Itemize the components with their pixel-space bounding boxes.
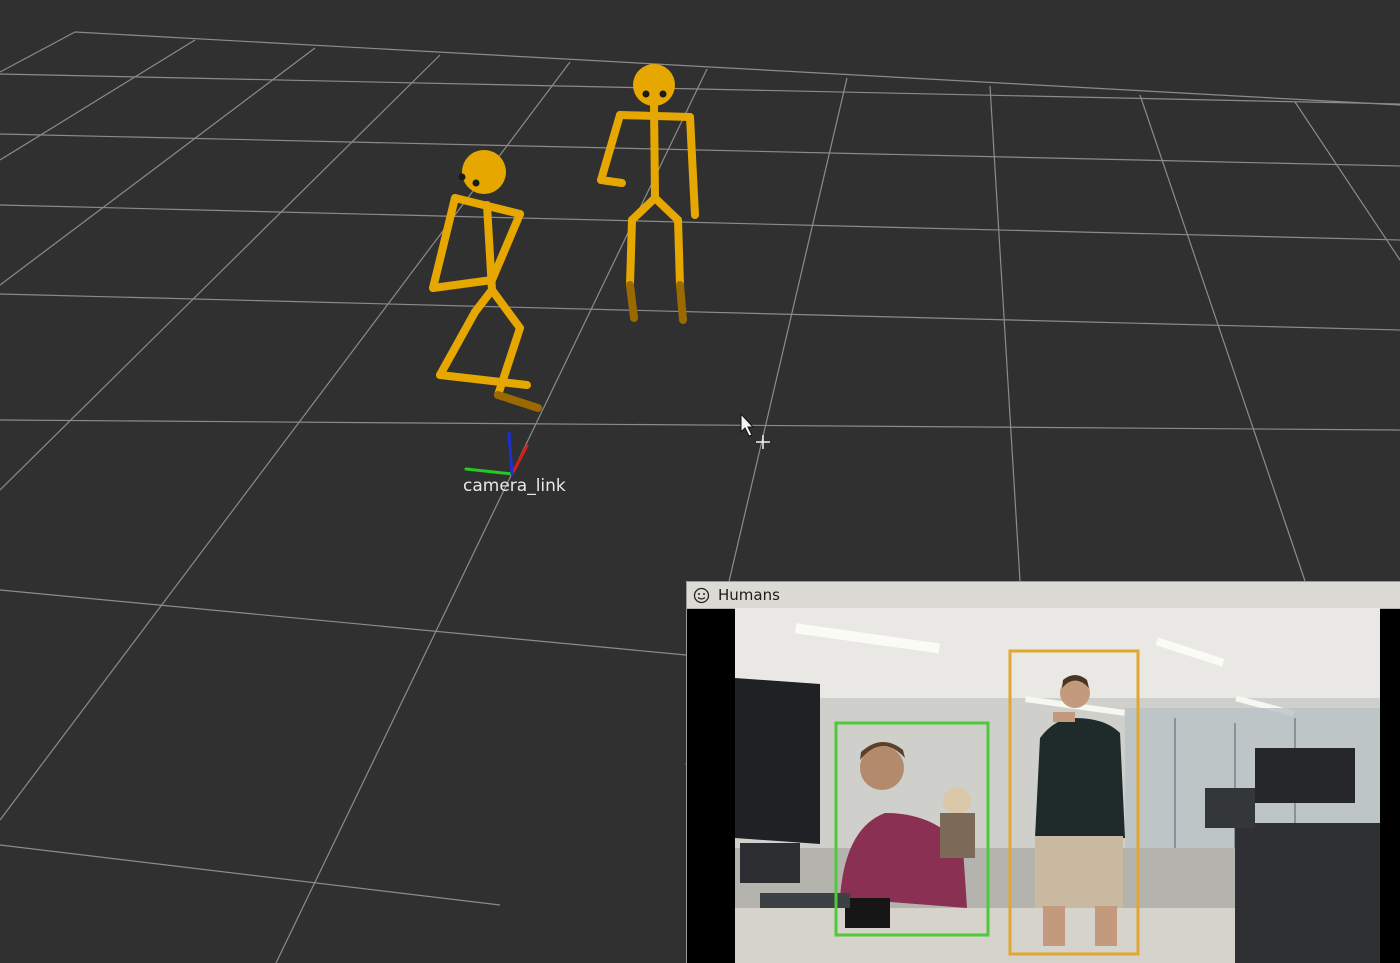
humans-image-panel[interactable]: Humans	[686, 581, 1400, 963]
human-skeleton-1	[429, 150, 542, 412]
panel-title: Humans	[718, 586, 780, 604]
camera-link-axes-icon	[464, 431, 529, 476]
camera-link-label: camera_link	[463, 476, 566, 496]
move-cursor-icon	[740, 412, 770, 449]
smiley-icon	[693, 587, 710, 604]
camera-feed-image	[735, 608, 1380, 963]
panel-titlebar[interactable]: Humans	[687, 582, 1400, 609]
